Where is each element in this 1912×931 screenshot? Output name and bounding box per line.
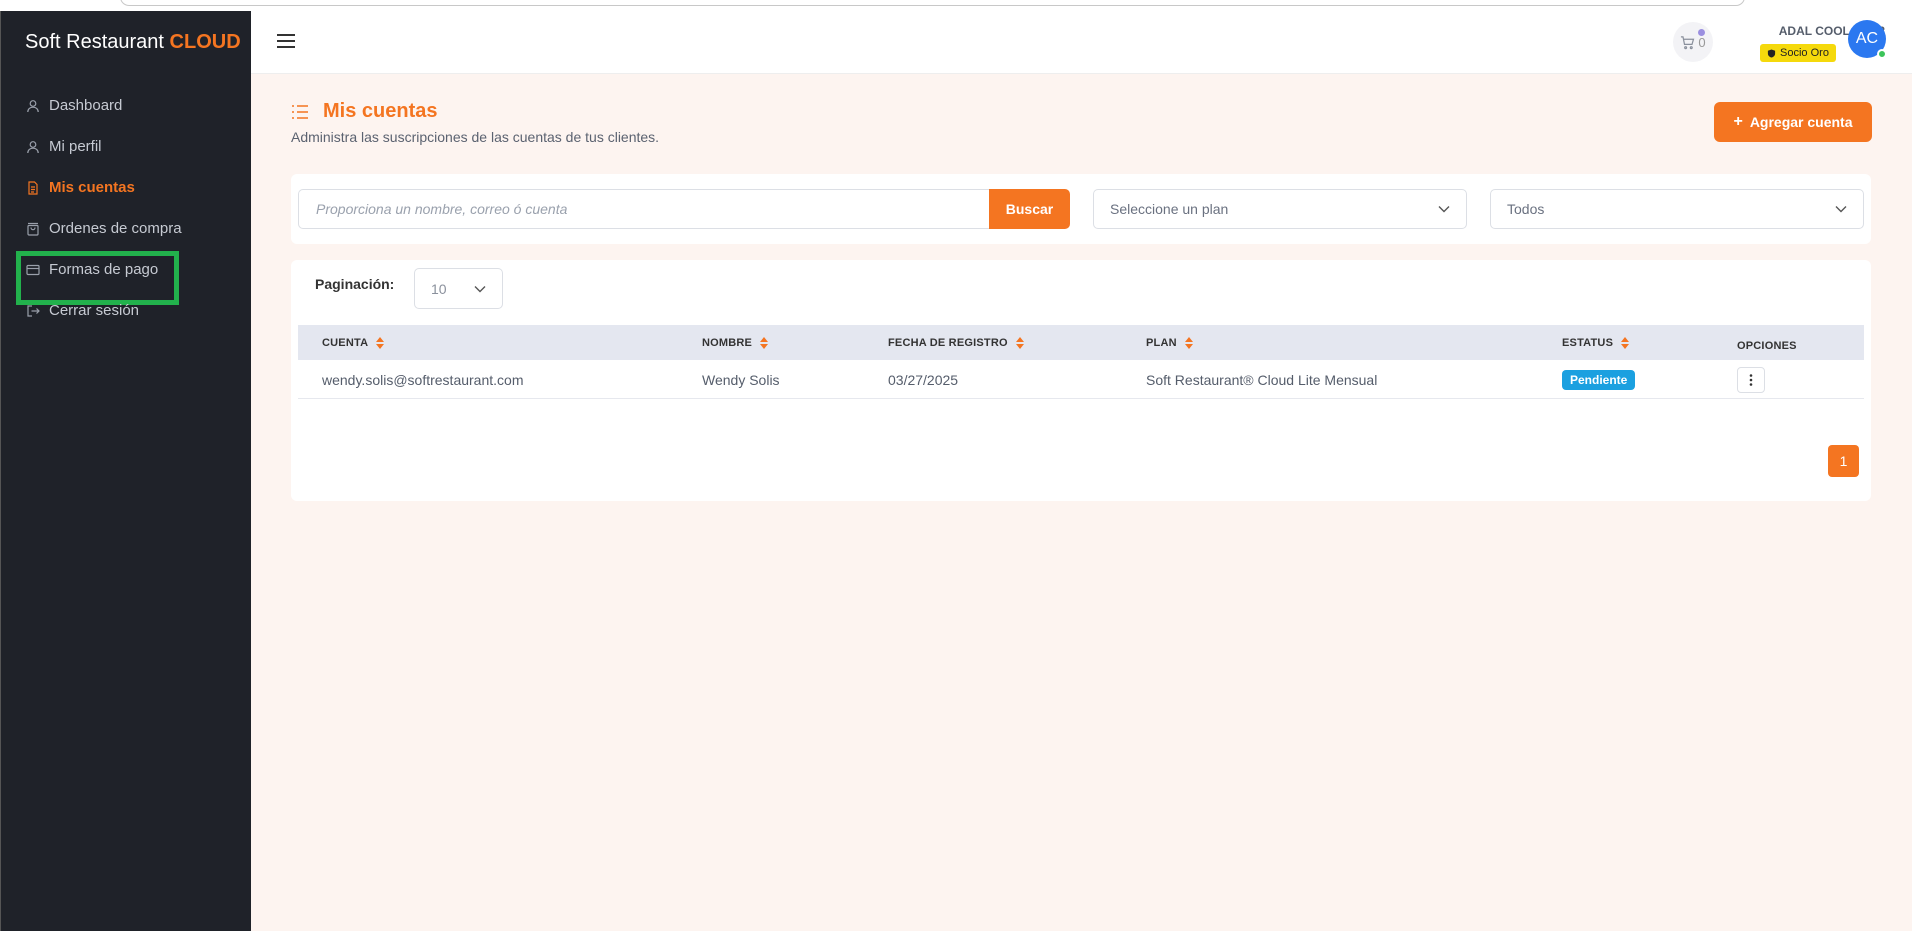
column-header-plan[interactable]: PLAN (1146, 325, 1193, 360)
sidebar-item-label: Formas de pago (49, 261, 159, 278)
accounts-table-card: Paginación: 10 CUENTA NOMBRE FECHA DE RE… (291, 260, 1871, 501)
column-label: FECHA DE REGISTRO (888, 336, 1008, 349)
sidebar-item-formas-de-pago[interactable]: Formas de pago (1, 249, 252, 305)
plus-icon: + (1733, 113, 1743, 130)
membership-badge: Socio Oro (1760, 44, 1836, 62)
hamburger-menu-icon[interactable] (277, 34, 295, 48)
sort-icon (1184, 336, 1193, 349)
column-label: OPCIONES (1737, 339, 1797, 352)
notification-dot (1698, 29, 1705, 36)
sidebar: Soft Restaurant CLOUD Dashboard Mi perfi… (0, 11, 251, 931)
shield-icon (1767, 48, 1776, 58)
brand-logo[interactable]: Soft Restaurant CLOUD (25, 31, 241, 54)
sort-icon (376, 336, 385, 349)
chevron-down-icon (474, 285, 486, 292)
list-icon (292, 104, 308, 119)
top-header: 0 ADAL COOL SRC2 Socio Oro AC (251, 11, 1912, 74)
page-title-text: Mis cuentas (323, 100, 438, 122)
main-content: Mis cuentas Administra las suscripciones… (251, 74, 1912, 931)
brand-name: Soft Restaurant (25, 31, 164, 53)
cell-nombre: Wendy Solis (702, 371, 780, 388)
bag-icon (27, 222, 39, 236)
sidebar-item-cerrar-sesion[interactable]: Cerrar sesión (1, 290, 252, 331)
search-input[interactable] (298, 189, 990, 229)
plan-select-value: Seleccione un plan (1110, 201, 1229, 217)
plan-select[interactable]: Seleccione un plan (1093, 189, 1467, 229)
status-select[interactable]: Todos (1490, 189, 1864, 229)
sidebar-item-ordenes-de-compra[interactable]: Ordenes de compra (1, 208, 252, 249)
add-account-label: Agregar cuenta (1749, 114, 1853, 130)
pagination-page-button[interactable]: 1 (1828, 445, 1859, 477)
more-vertical-icon (1749, 373, 1753, 386)
sidebar-item-label: Mi perfil (49, 138, 102, 155)
column-header-nombre[interactable]: NOMBRE (702, 325, 769, 360)
user-icon (27, 99, 39, 112)
page-size-select[interactable]: 10 (414, 268, 503, 309)
sidebar-nav: Dashboard Mi perfil Mis cuentas Ordenes … (1, 85, 252, 331)
document-icon (28, 180, 38, 195)
status-select-value: Todos (1507, 201, 1545, 217)
sidebar-item-mis-cuentas[interactable]: Mis cuentas (1, 167, 252, 208)
column-label: ESTATUS (1562, 336, 1614, 349)
membership-label: Socio Oro (1780, 47, 1829, 59)
status-badge: Pendiente (1562, 369, 1636, 390)
chevron-down-icon (1438, 206, 1450, 213)
page-size-value: 10 (431, 280, 447, 297)
sidebar-item-label: Cerrar sesión (49, 302, 140, 319)
sort-icon (1621, 336, 1630, 349)
column-header-estatus[interactable]: ESTATUS (1562, 325, 1630, 360)
sidebar-item-mi-perfil[interactable]: Mi perfil (1, 126, 252, 167)
cell-fecha: 03/27/2025 (888, 371, 959, 388)
sort-icon (1015, 336, 1024, 349)
page-title: Mis cuentas (291, 100, 437, 123)
table-header: CUENTA NOMBRE FECHA DE REGISTRO PLAN EST… (298, 325, 1864, 360)
brand-accent: CLOUD (169, 31, 241, 53)
sidebar-item-label: Ordenes de compra (49, 220, 182, 237)
cell-opciones (1737, 360, 1765, 399)
user-icon (27, 140, 39, 153)
column-label: PLAN (1146, 336, 1177, 349)
cart-button[interactable]: 0 (1673, 22, 1713, 62)
online-indicator (1877, 49, 1887, 59)
logout-icon (27, 304, 40, 317)
sidebar-item-label: Mis cuentas (49, 179, 135, 196)
cell-cuenta: wendy.solis@softrestaurant.com (322, 371, 524, 388)
sidebar-item-label: Dashboard (49, 97, 123, 114)
table-row[interactable]: wendy.solis@softrestaurant.com Wendy Sol… (298, 360, 1864, 399)
pagination-label: Paginación: (315, 276, 395, 292)
row-options-button[interactable] (1737, 366, 1765, 393)
search-button[interactable]: Buscar (989, 189, 1070, 229)
avatar-initials: AC (1855, 30, 1879, 47)
cart-count: 0 (1698, 34, 1706, 50)
add-account-button[interactable]: + Agregar cuenta (1714, 102, 1872, 142)
chevron-down-icon (1835, 206, 1847, 213)
cell-plan: Soft Restaurant® Cloud Lite Mensual (1146, 371, 1378, 388)
cell-estatus: Pendiente (1562, 360, 1636, 399)
page-subtitle: Administra las suscripciones de las cuen… (291, 129, 660, 145)
column-header-cuenta[interactable]: CUENTA (322, 325, 385, 360)
column-header-fecha[interactable]: FECHA DE REGISTRO (888, 325, 1024, 360)
avatar[interactable]: AC (1848, 20, 1887, 59)
sort-icon (760, 336, 769, 349)
column-label: NOMBRE (702, 336, 753, 349)
filter-card: Buscar Seleccione un plan Todos (291, 174, 1871, 244)
credit-card-icon (26, 264, 40, 275)
sidebar-item-dashboard[interactable]: Dashboard (1, 85, 252, 126)
column-label: CUENTA (322, 336, 369, 349)
address-bar (120, 0, 1745, 6)
column-header-opciones: OPCIONES (1737, 328, 1797, 363)
cart-icon (1681, 35, 1695, 49)
